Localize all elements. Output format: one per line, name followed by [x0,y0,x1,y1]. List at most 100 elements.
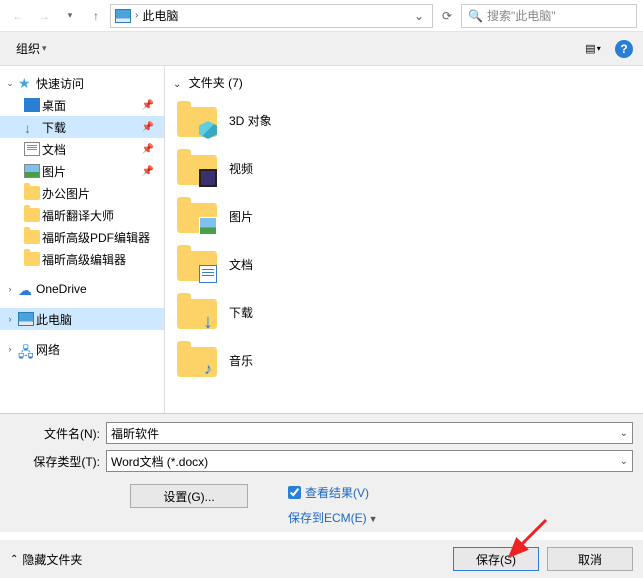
hide-folders-button[interactable]: ⌃ 隐藏文件夹 [10,551,82,568]
save-button[interactable]: 保存(S) [453,547,539,571]
sidebar-label: 此电脑 [36,311,72,328]
sidebar-quick-access[interactable]: ⌄ ★ 快速访问 [0,72,164,94]
sidebar-onedrive[interactable]: › ☁ OneDrive [0,278,164,300]
folder-item-label: 下载 [229,304,253,321]
main-area: ⌄ ★ 快速访问 桌面 📌 下载 📌 文档 📌 图片 📌 [0,66,643,413]
folder-large-icon [177,245,219,283]
save-to-ecm-dropdown[interactable]: 保存到ECM(E)▼ [288,509,378,526]
sidebar-label: 福昕高级编辑器 [42,251,126,268]
pictures-icon [24,164,40,178]
forward-button[interactable]: → [32,4,56,28]
folder-item[interactable]: 图片 [173,193,635,239]
sidebar-label: 网络 [36,341,60,358]
footer: ⌃ 隐藏文件夹 保存(S) 取消 [0,540,643,578]
bottom-panel: 文件名(N): 福昕软件 ⌄ 保存类型(T): Word文档 (*.docx) … [0,413,643,532]
network-icon: 🖧 [18,342,34,356]
up-button[interactable]: ↑ [84,4,108,28]
sidebar-foxit-editor[interactable]: 福昕高级编辑器 [0,248,164,270]
download-icon [24,120,40,134]
ecm-label: 保存到ECM(E) [288,511,367,525]
folder-icon [24,252,40,266]
chevron-down-icon[interactable]: ⌄ [620,428,628,439]
sidebar-network[interactable]: › 🖧 网络 [0,338,164,360]
folder-item[interactable]: 视频 [173,145,635,191]
sidebar-pictures[interactable]: 图片 📌 [0,160,164,182]
photo-overlay-icon [199,217,217,235]
folder-item[interactable]: ♪ 音乐 [173,337,635,383]
view-result-checkbox[interactable]: 查看结果(V) [288,484,378,501]
expand-icon[interactable]: › [4,284,16,294]
sidebar-label: 快速访问 [36,75,84,92]
folder-item-label: 文档 [229,256,253,273]
folder-icon [24,230,40,244]
back-button[interactable]: ← [6,4,30,28]
expand-icon[interactable]: › [4,314,16,324]
address-dropdown-icon[interactable]: ⌄ [410,9,428,23]
sidebar-foxit-pdf[interactable]: 福昕高级PDF编辑器 [0,226,164,248]
sidebar-documents[interactable]: 文档 📌 [0,138,164,160]
address-field[interactable]: › 此电脑 ⌄ [110,4,433,28]
filetype-label: 保存类型(T): [10,453,106,470]
expand-icon[interactable]: ⌄ [4,78,16,89]
folder-item[interactable]: 3D 对象 [173,97,635,143]
sidebar-label: 桌面 [42,97,66,114]
sidebar-this-pc[interactable]: › 此电脑 [0,308,164,330]
content-pane[interactable]: ⌄ 文件夹 (7) 3D 对象视频图片文档 ↓ 下载 ♪ 音乐 [165,66,643,413]
folder-large-icon [177,149,219,187]
chevron-down-icon[interactable]: ⌄ [620,456,628,467]
sidebar-label: 下载 [42,119,66,136]
chevron-down-icon: ⌄ [173,79,181,90]
sidebar-office-pics[interactable]: 办公图片 [0,182,164,204]
view-options-button[interactable]: ▤▾ [579,38,607,60]
folder-item[interactable]: ↓ 下载 [173,289,635,335]
chevron-down-icon: ▾ [42,43,47,54]
checkbox-input[interactable] [288,486,301,499]
folder-large-icon: ↓ [177,293,219,331]
section-label: 文件夹 (7) [189,76,243,90]
pc-icon [115,9,131,23]
folder-item[interactable]: 文档 [173,241,635,287]
help-button[interactable]: ? [615,40,633,58]
location-text: 此电脑 [142,7,178,24]
expand-icon[interactable]: › [4,344,16,354]
note-overlay-icon: ♪ [199,361,217,379]
chevron-down-icon: ▼ [369,514,378,524]
film-overlay-icon [199,169,217,187]
recent-dropdown[interactable]: ▾ [58,4,82,28]
cancel-button[interactable]: 取消 [547,547,633,571]
pin-icon: 📌 [142,100,160,111]
navigation-sidebar: ⌄ ★ 快速访问 桌面 📌 下载 📌 文档 📌 图片 📌 [0,66,165,413]
filename-input[interactable]: 福昕软件 ⌄ [106,422,633,444]
address-bar: ← → ▾ ↑ › 此电脑 ⌄ ⟳ 🔍 搜索"此电脑" [0,0,643,32]
settings-button[interactable]: 设置(G)... [130,484,248,508]
pc-icon [18,312,34,326]
filename-label: 文件名(N): [10,425,106,442]
sidebar-label: 办公图片 [42,185,90,202]
search-input[interactable]: 🔍 搜索"此电脑" [461,4,637,28]
folder-item-label: 3D 对象 [229,112,272,129]
filename-value: 福昕软件 [111,425,159,442]
sidebar-desktop[interactable]: 桌面 📌 [0,94,164,116]
filetype-select[interactable]: Word文档 (*.docx) ⌄ [106,450,633,472]
pin-icon: 📌 [142,122,160,133]
pin-icon: 📌 [142,166,160,177]
folder-section-header[interactable]: ⌄ 文件夹 (7) [173,70,635,95]
sidebar-downloads[interactable]: 下载 📌 [0,116,164,138]
search-icon: 🔍 [468,9,483,23]
cloud-icon: ☁ [18,282,34,296]
folder-icon [24,208,40,222]
folder-item-label: 图片 [229,208,253,225]
folder-item-label: 视频 [229,160,253,177]
search-placeholder: 搜索"此电脑" [487,7,556,24]
filetype-value: Word文档 (*.docx) [111,453,208,470]
organize-button[interactable]: 组织 ▾ [10,36,53,61]
folder-large-icon: ♪ [177,341,219,379]
refresh-button[interactable]: ⟳ [435,4,459,28]
chevron-right-icon: › [135,10,138,21]
sidebar-foxit-translate[interactable]: 福昕翻译大师 [0,204,164,226]
toolbar: 组织 ▾ ▤▾ ? [0,32,643,66]
folder-large-icon [177,197,219,235]
folder-item-label: 音乐 [229,352,253,369]
sidebar-label: 福昕翻译大师 [42,207,114,224]
view-result-label: 查看结果(V) [305,484,369,501]
